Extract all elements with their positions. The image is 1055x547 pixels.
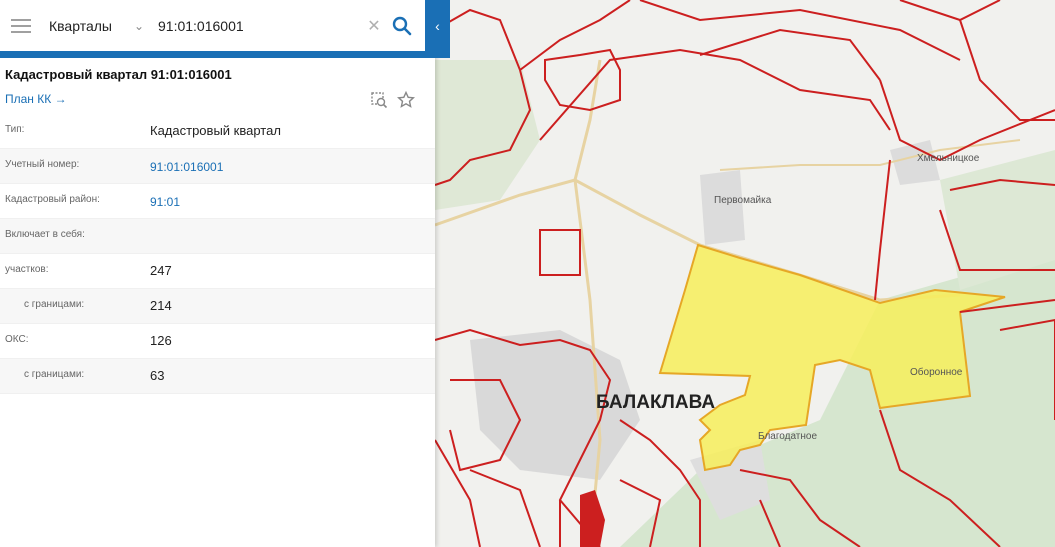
row-label: Тип: — [5, 124, 25, 135]
row-label: Кадастровый район: — [5, 194, 100, 205]
row-value-link[interactable]: 91:01 — [150, 195, 180, 209]
row-oks: ОКС: 126 — [0, 324, 435, 359]
row-district: Кадастровый район: 91:01 — [0, 184, 435, 219]
search-bar: Кварталы ⌄ ✕ — [0, 0, 425, 58]
layer-dropdown[interactable]: Кварталы ⌄ — [49, 18, 144, 34]
label-balaklava: БАЛАКЛАВА — [596, 392, 715, 413]
row-value-link[interactable]: 91:01:016001 — [150, 160, 223, 174]
row-value: 126 — [150, 333, 172, 348]
collapse-panel-button[interactable]: ‹ — [425, 0, 450, 58]
attributes-table: Тип: Кадастровый квартал Учетный номер: … — [0, 114, 435, 394]
row-label: с границами: — [24, 299, 85, 310]
card-title: Кадастровый квартал 91:01:016001 — [5, 67, 232, 82]
search-input[interactable] — [156, 16, 360, 35]
label-khmelnitskoe: Хмельницкое — [917, 153, 980, 164]
row-label: ОКС: — [5, 334, 29, 345]
row-value: 247 — [150, 263, 172, 278]
row-parcels-bounded: с границами: 214 — [0, 289, 435, 324]
row-number: Учетный номер: 91:01:016001 — [0, 149, 435, 184]
row-label: Учетный номер: — [5, 159, 80, 170]
search-icon[interactable] — [392, 16, 412, 36]
row-label: участков: — [5, 264, 49, 275]
layer-dropdown-label: Кварталы — [49, 17, 112, 34]
chevron-down-icon: ⌄ — [133, 18, 144, 33]
plan-link[interactable]: План КК → — [5, 92, 67, 106]
row-includes: Включает в себя: — [0, 219, 435, 254]
row-label: с границами: — [24, 369, 85, 380]
label-pervomaika: Первомайка — [714, 195, 772, 206]
row-label: Включает в себя: — [5, 229, 85, 240]
row-value: 214 — [150, 298, 172, 313]
label-blagodatnoe: Благодатное — [758, 431, 817, 442]
row-parcels: участков: 247 — [0, 254, 435, 289]
star-icon[interactable] — [397, 91, 415, 109]
info-panel: Кварталы ⌄ ✕ Кадастровый квартал 91:01:0… — [0, 0, 435, 547]
row-value: Кадастровый квартал — [150, 123, 281, 138]
clear-icon[interactable]: ✕ — [366, 16, 382, 36]
row-value: 63 — [150, 368, 165, 383]
hamburger-menu-icon[interactable] — [11, 18, 31, 33]
chevron-left-icon: ‹ — [435, 17, 440, 34]
row-oks-bounded: с границами: 63 — [0, 359, 435, 394]
row-type: Тип: Кадастровый квартал — [0, 114, 435, 149]
label-oboronnoe: Оборонное — [910, 366, 963, 378]
zoom-to-object-icon[interactable] — [370, 91, 388, 109]
